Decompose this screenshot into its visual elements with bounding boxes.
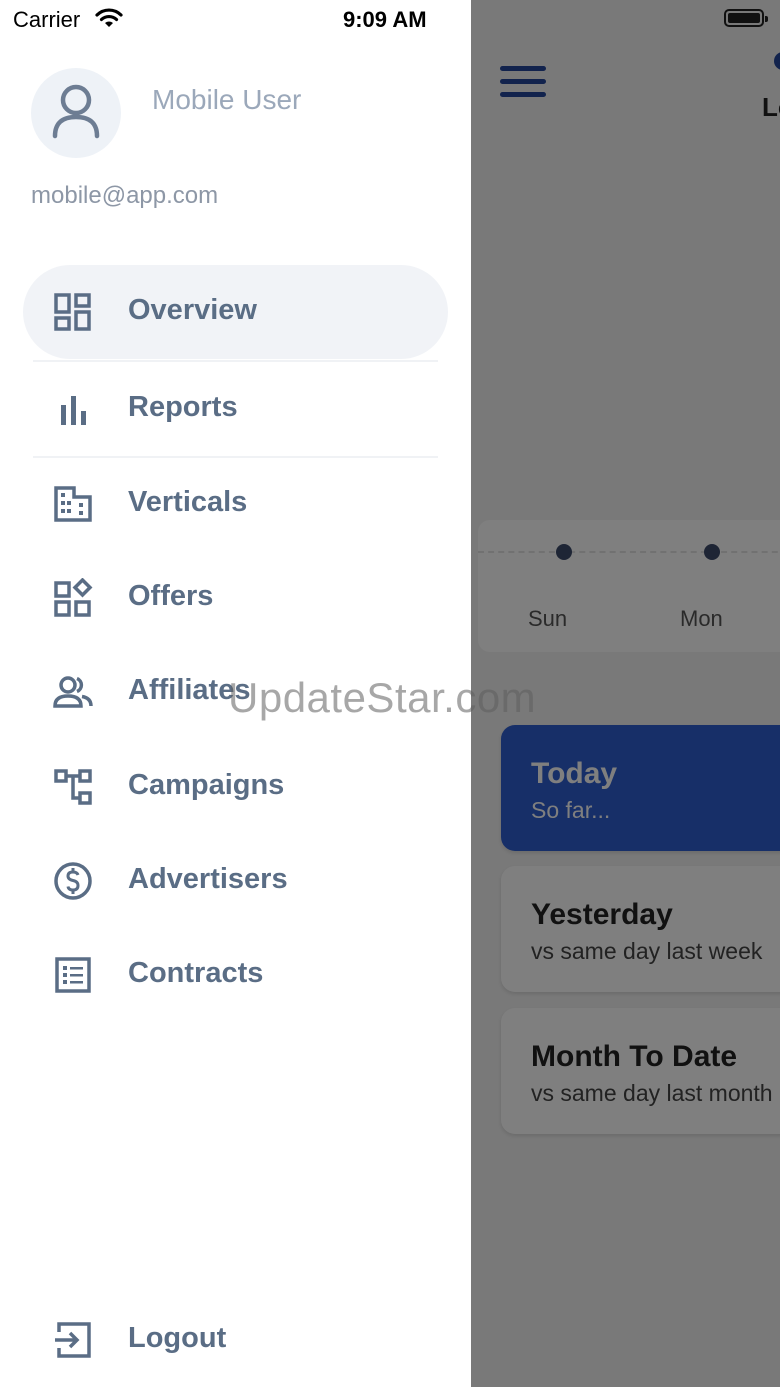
watermark: UpdateStar.com — [228, 674, 537, 721]
status-bar: Carrier 9:09 AM — [0, 0, 780, 40]
logout-icon — [55, 1322, 91, 1358]
clock: 9:09 AM — [343, 7, 427, 32]
logout-label: Logout — [128, 1322, 227, 1354]
people-icon — [53, 676, 93, 708]
avatar[interactable] — [31, 68, 121, 158]
menu-label: Offers — [128, 580, 214, 612]
menu-label: Reports — [128, 391, 238, 423]
list-document-icon — [55, 957, 91, 993]
battery-icon — [724, 9, 768, 27]
menu-item-advertisers[interactable]: Advertisers — [23, 834, 448, 928]
dollar-circle-icon — [54, 862, 92, 900]
menu-item-reports[interactable]: Reports — [23, 362, 448, 456]
menu-label: Overview — [128, 294, 257, 326]
building-icon — [54, 486, 92, 522]
menu-item-campaigns[interactable]: Campaigns — [23, 740, 448, 834]
wifi-icon — [95, 7, 123, 34]
menu-item-overview[interactable]: Overview — [23, 265, 448, 359]
menu-label: Campaigns — [128, 769, 285, 801]
logout-button[interactable]: Logout — [23, 1293, 448, 1387]
account-tree-icon — [54, 769, 92, 805]
menu-item-contracts[interactable]: Contracts — [23, 928, 448, 1022]
menu-item-offers[interactable]: Offers — [23, 551, 448, 645]
dashboard-icon — [54, 293, 91, 331]
carrier-label: Carrier — [13, 7, 81, 32]
user-name: Mobile User — [152, 84, 302, 115]
user-email: mobile@app.com — [31, 182, 219, 209]
menu-label: Contracts — [128, 957, 264, 989]
menu-label: Verticals — [128, 486, 248, 518]
widgets-icon — [54, 578, 93, 617]
menu-item-verticals[interactable]: Verticals — [23, 457, 448, 551]
user-icon — [52, 84, 100, 139]
bar-chart-icon — [61, 396, 86, 425]
menu-label: Advertisers — [128, 863, 288, 895]
